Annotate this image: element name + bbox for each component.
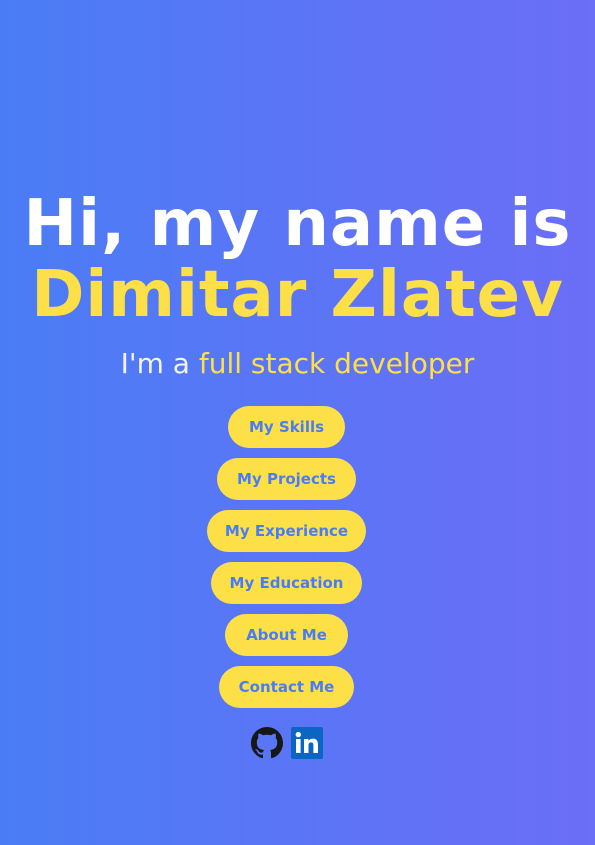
tagline: I'm a full stack developer bbox=[0, 344, 595, 384]
contact-me-button[interactable]: Contact Me bbox=[219, 666, 354, 708]
about-me-button[interactable]: About Me bbox=[225, 614, 348, 656]
my-experience-button[interactable]: My Experience bbox=[207, 510, 366, 552]
greeting-heading: Hi, my name is bbox=[23, 187, 572, 261]
hero-section: Hi, my name is Dimitar Zlatev I'm a full… bbox=[0, 0, 595, 845]
tagline-role: full stack developer bbox=[198, 347, 475, 380]
tagline-prefix: I'm a bbox=[120, 347, 199, 380]
linkedin-icon bbox=[291, 727, 323, 759]
name-heading: Dimitar Zlatev bbox=[31, 258, 564, 332]
my-education-button[interactable]: My Education bbox=[211, 562, 362, 604]
my-projects-button[interactable]: My Projects bbox=[217, 458, 356, 500]
my-skills-button[interactable]: My Skills bbox=[228, 406, 345, 448]
github-icon bbox=[251, 727, 283, 759]
github-link[interactable] bbox=[251, 727, 283, 759]
linkedin-link[interactable] bbox=[291, 727, 323, 759]
